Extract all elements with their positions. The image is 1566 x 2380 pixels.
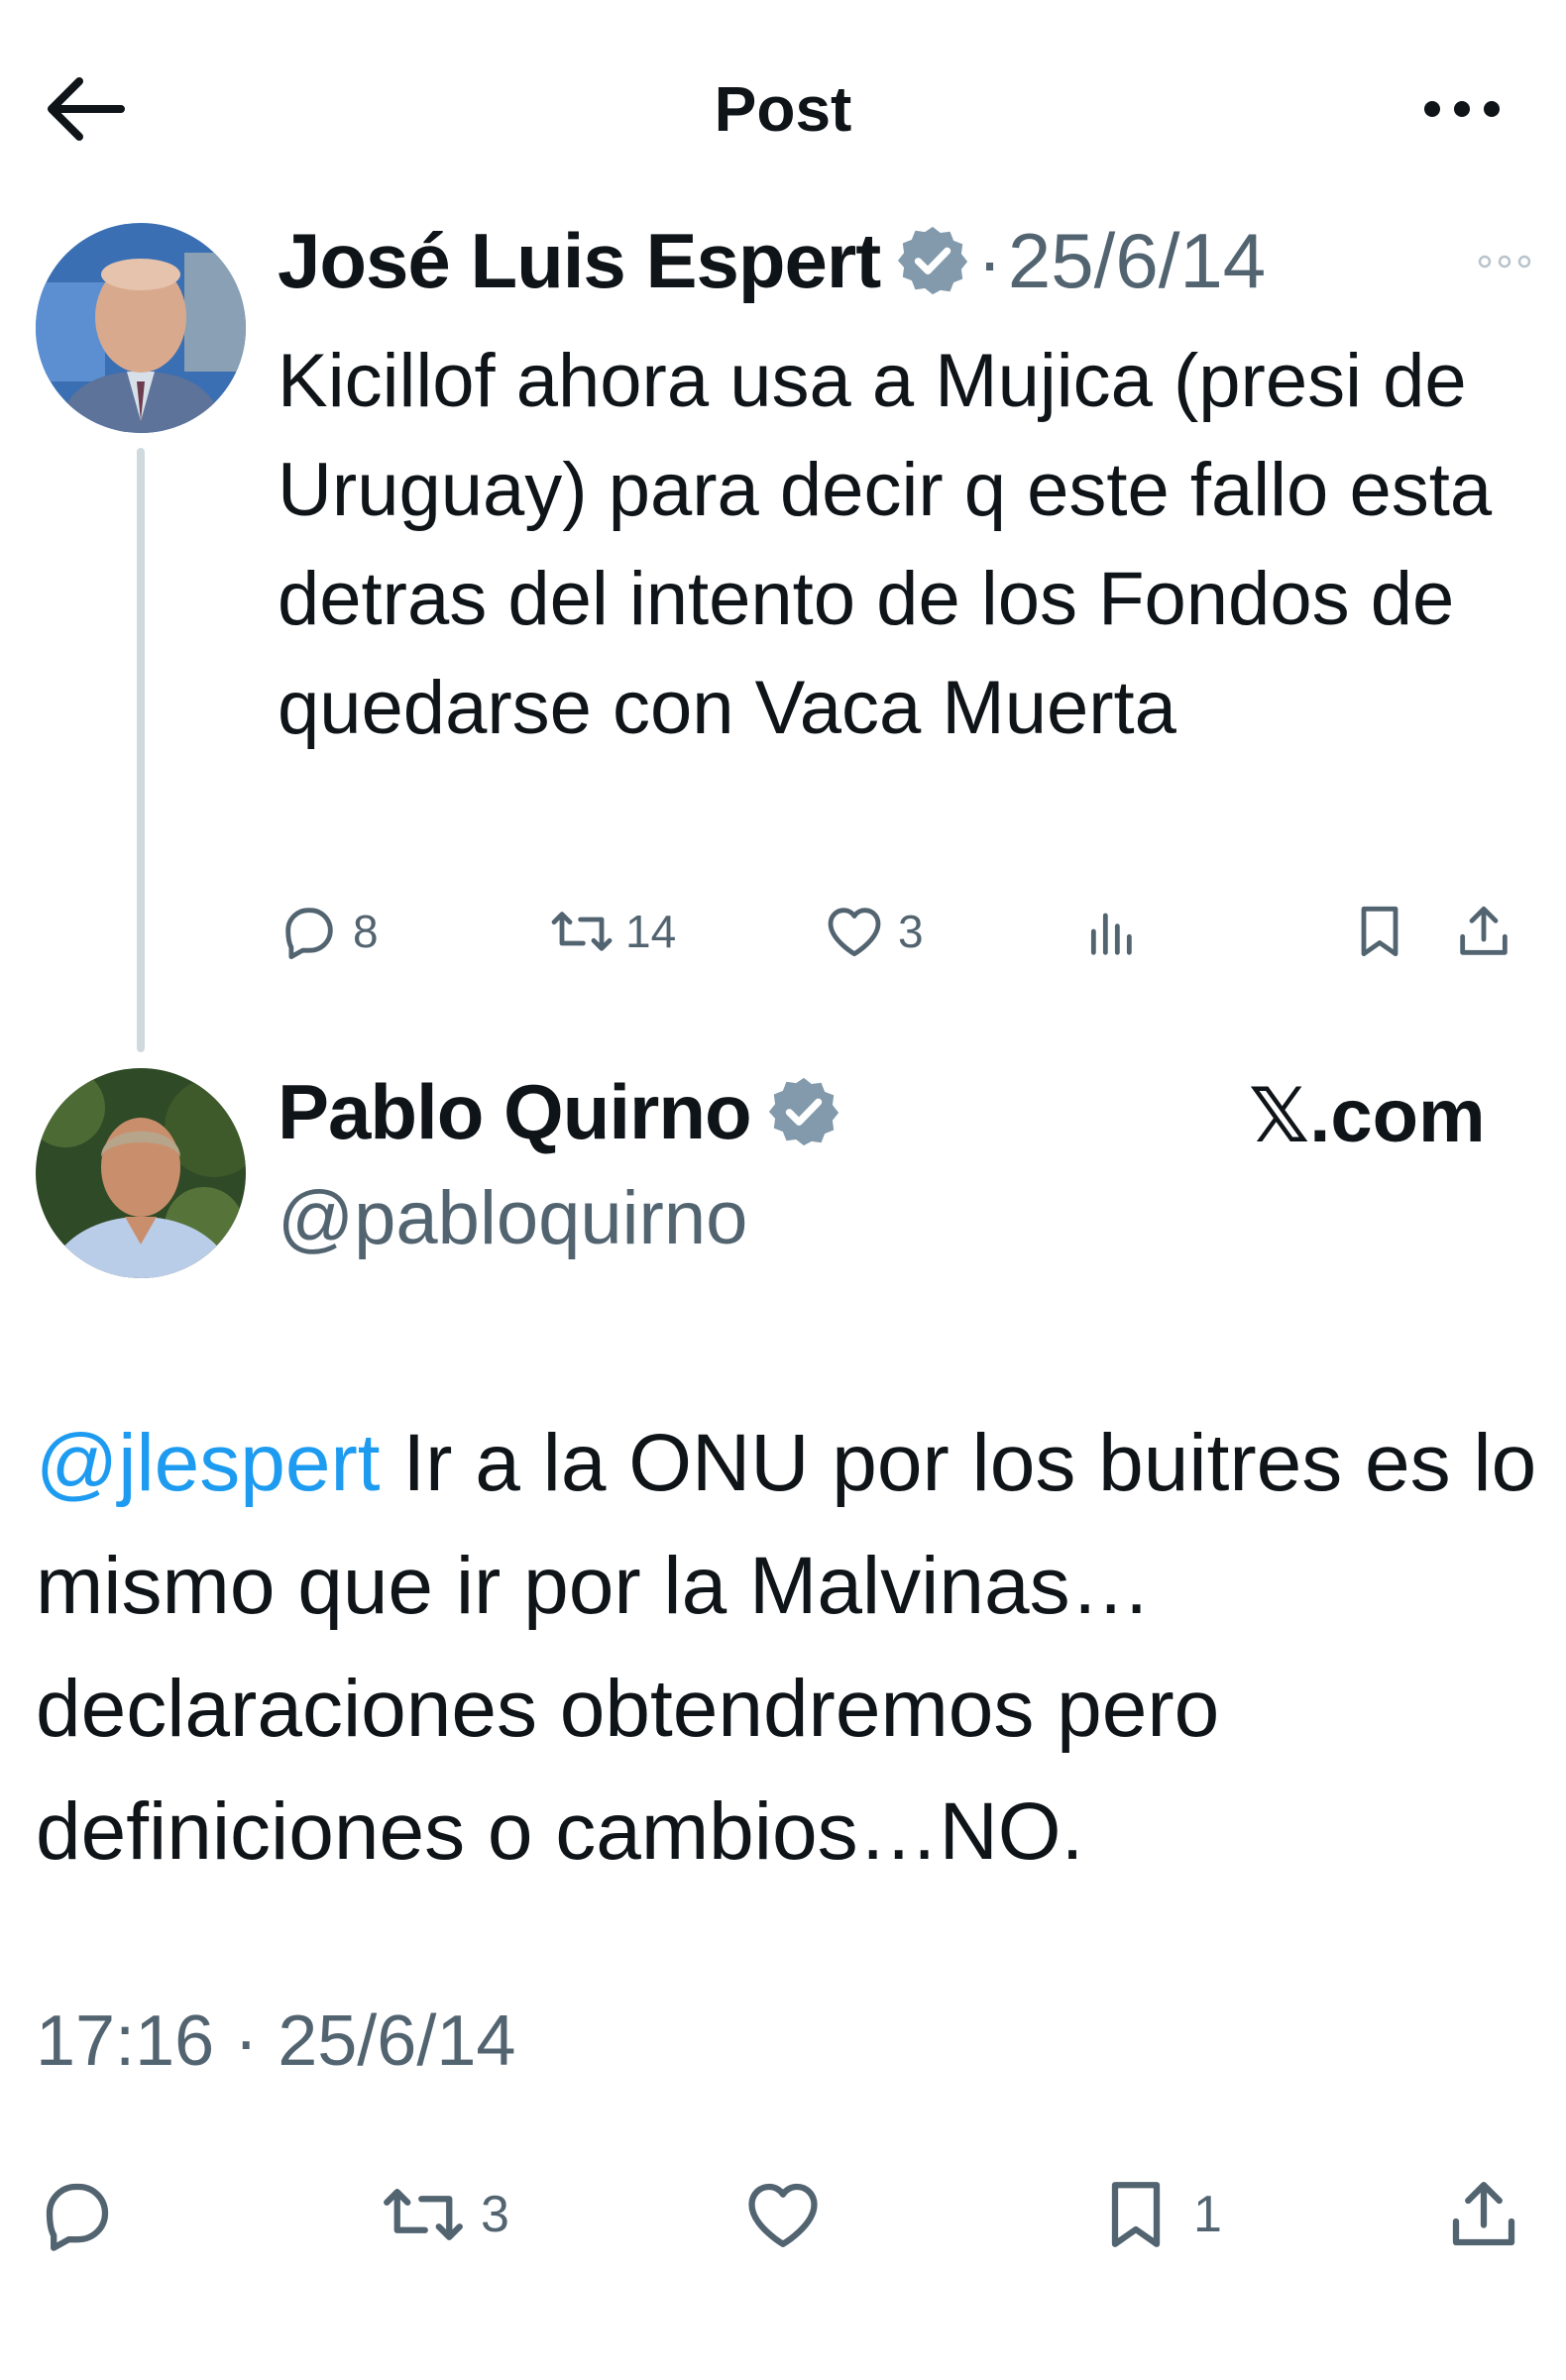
like-button[interactable] (741, 2165, 825, 2264)
xcom-watermark: 𝕏.com (1249, 1073, 1486, 1158)
date-separator: · (977, 219, 1002, 302)
like-icon (741, 2173, 825, 2256)
avatar[interactable] (36, 223, 246, 433)
like-button[interactable]: 3 (823, 892, 924, 971)
timestamp-separator: · (234, 2001, 259, 2081)
retweet-button[interactable]: 3 (382, 2165, 509, 2264)
like-icon (823, 900, 886, 963)
more-icon[interactable] (1417, 84, 1507, 134)
reply-icon (36, 2173, 119, 2256)
verified-icon (894, 222, 971, 299)
mention-link[interactable]: @jlespert (36, 1418, 381, 1508)
bookmark-icon (1094, 2173, 1177, 2256)
bookmark-button[interactable]: 1 (1094, 2165, 1222, 2264)
bookmark-button[interactable] (1348, 892, 1411, 971)
retweet-count: 14 (625, 906, 677, 957)
parent-tweet-header: José Luis Espert · 25/6/14 (278, 216, 1266, 305)
share-icon (1452, 900, 1515, 963)
tweet-date[interactable]: 25/6/14 (1008, 216, 1266, 306)
share-icon (1442, 2173, 1525, 2256)
reply-button[interactable]: 8 (278, 892, 379, 971)
retweet-icon (382, 2173, 465, 2256)
author-handle[interactable]: @pabloquirno (278, 1169, 747, 1268)
retweet-icon (550, 900, 614, 963)
retweet-count: 3 (481, 2186, 509, 2243)
reply-button[interactable] (36, 2165, 119, 2264)
views-button[interactable] (1080, 892, 1144, 971)
share-button[interactable] (1452, 892, 1515, 971)
like-count: 3 (898, 906, 924, 957)
views-icon (1080, 900, 1144, 963)
tweet-timestamp[interactable]: 17:16 · 25/6/14 (36, 1992, 515, 2091)
reply-icon (278, 900, 341, 963)
verified-icon (765, 1073, 842, 1150)
caret-icon[interactable] (1475, 248, 1534, 275)
author-name[interactable]: Pablo Quirno (278, 1067, 752, 1157)
parent-tweet-actions: 8 14 3 (278, 892, 1536, 971)
bookmark-icon (1348, 900, 1411, 963)
avatar[interactable] (36, 1068, 246, 1278)
tweet-date: 25/6/14 (278, 2001, 516, 2081)
top-bar: Post (0, 0, 1566, 208)
retweet-button[interactable]: 14 (550, 892, 676, 971)
reply-tweet-actions: 3 1 (0, 2165, 1566, 2264)
thread-line (137, 448, 145, 1052)
share-button[interactable] (1442, 2165, 1525, 2264)
tweet-time: 17:16 (36, 2001, 215, 2081)
author-name[interactable]: José Luis Espert (278, 216, 881, 306)
tweet-text: @jlespert Ir a la ONU por los buitres es… (36, 1402, 1542, 1893)
bookmark-count: 1 (1193, 2186, 1222, 2243)
page-title: Post (714, 73, 852, 145)
reply-tweet-header: Pablo Quirno (278, 1062, 842, 1161)
tweet-text: Kicillof ahora usa a Mujica (presi de Ur… (278, 339, 1493, 750)
reply-count: 8 (353, 906, 379, 957)
